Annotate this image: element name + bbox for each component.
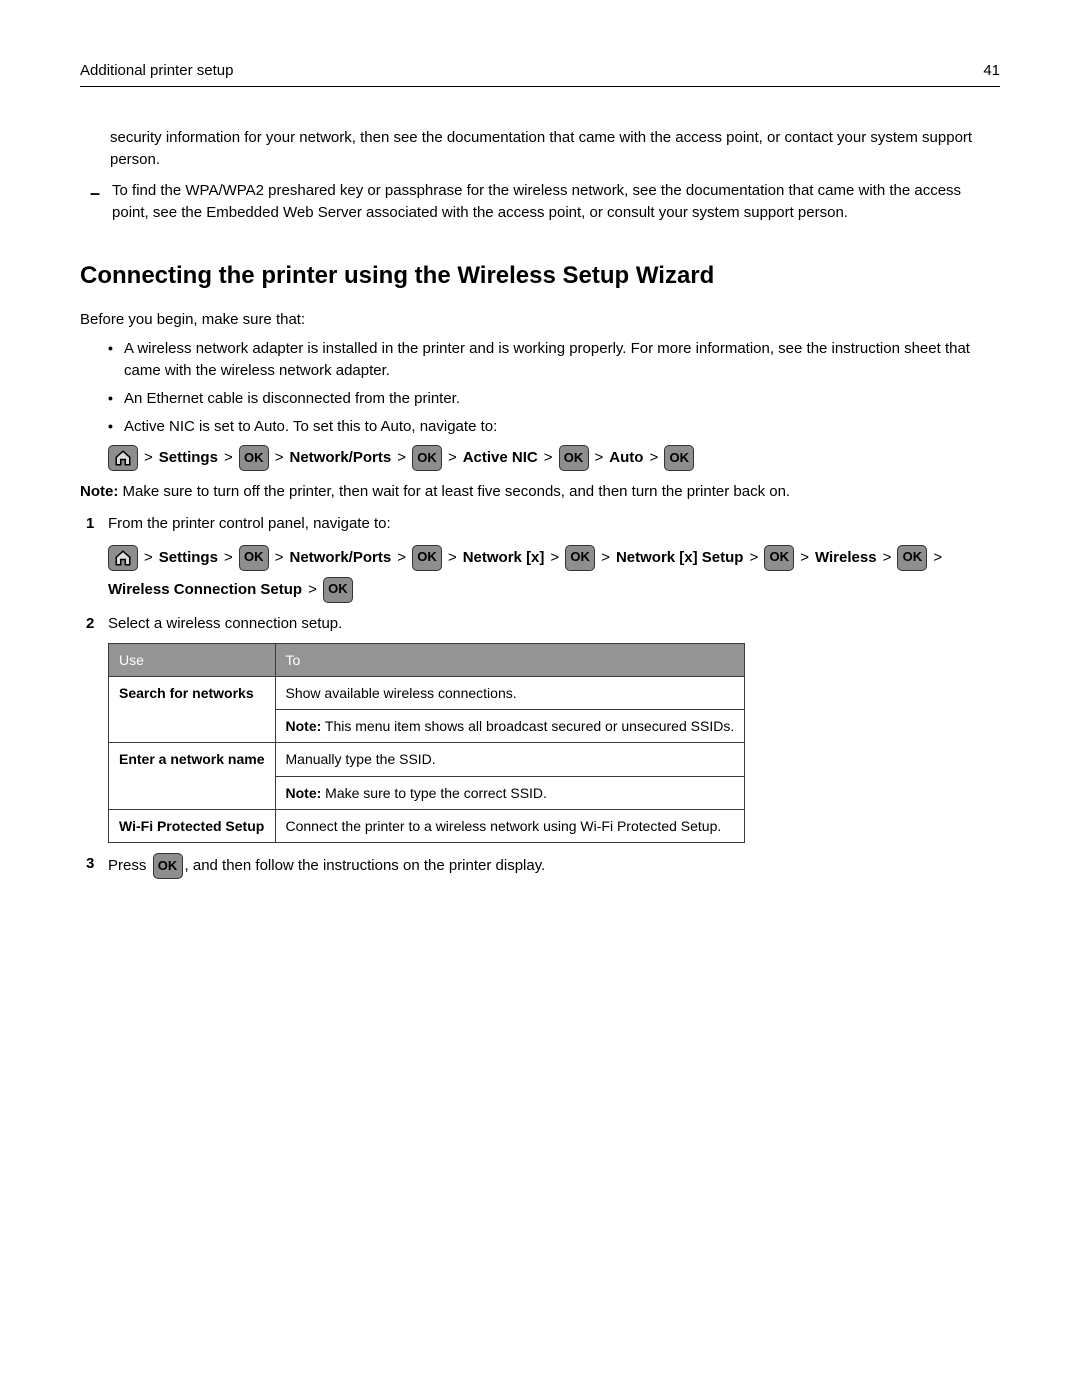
- table-cell-to: Manually type the SSID.: [275, 743, 745, 776]
- separator: >: [397, 447, 406, 469]
- separator: >: [800, 547, 809, 569]
- separator: >: [224, 447, 233, 469]
- table-cell-use: Wi‑Fi Protected Setup: [109, 810, 276, 843]
- separator: >: [275, 547, 284, 569]
- table-cell-to: Connect the printer to a wireless networ…: [275, 810, 745, 843]
- navigation-path-2: > Settings > OK > Network/Ports > OK > N…: [108, 545, 1000, 603]
- nav-step: Settings: [159, 447, 218, 469]
- home-icon: [108, 545, 138, 571]
- section-heading: Connecting the printer using the Wireles…: [80, 259, 1000, 294]
- bullet-item: An Ethernet cable is disconnected from t…: [108, 388, 1000, 410]
- table-cell-to: Note: This menu item shows all broadcast…: [275, 710, 745, 743]
- bullet-item: Active NIC is set to Auto. To set this t…: [108, 416, 1000, 438]
- intro-text: Before you begin, make sure that:: [80, 309, 1000, 331]
- nav-step: Auto: [609, 447, 643, 469]
- separator: >: [144, 447, 153, 469]
- step3-text-b: , and then follow the instructions on th…: [185, 857, 546, 874]
- table-header-row: Use To: [109, 643, 745, 676]
- note-body: Make sure to type the correct SSID.: [321, 785, 547, 801]
- separator: >: [448, 547, 457, 569]
- separator: >: [544, 447, 553, 469]
- page-header: Additional printer setup 41: [80, 60, 1000, 87]
- separator: >: [883, 547, 892, 569]
- table-header-use: Use: [109, 643, 276, 676]
- ok-button-icon: OK: [565, 545, 595, 571]
- nav-step: Wireless Connection Setup: [108, 579, 302, 601]
- prerequisite-list: A wireless network adapter is installed …: [80, 338, 1000, 437]
- separator: >: [601, 547, 610, 569]
- home-icon: [108, 445, 138, 471]
- nav-step: Wireless: [815, 547, 877, 569]
- ok-button-icon: OK: [239, 445, 269, 471]
- ok-button-icon: OK: [323, 577, 353, 603]
- continuation-paragraph: security information for your network, t…: [110, 127, 1000, 171]
- bullet-item: A wireless network adapter is installed …: [108, 338, 1000, 382]
- table-header-to: To: [275, 643, 745, 676]
- note-line: Note: Make sure to turn off the printer,…: [80, 481, 1000, 503]
- nav-step: Active NIC: [463, 447, 538, 469]
- dash-list-item: To find the WPA/WPA2 preshared key or pa…: [90, 180, 1000, 224]
- step-item: From the printer control panel, navigate…: [80, 513, 1000, 603]
- separator: >: [144, 547, 153, 569]
- step-item: Select a wireless connection setup. Use …: [80, 613, 1000, 844]
- setup-table: Use To Search for networks Show availabl…: [108, 643, 745, 844]
- table-row: Enter a network name Manually type the S…: [109, 743, 745, 776]
- separator: >: [397, 547, 406, 569]
- ok-button-icon: OK: [412, 545, 442, 571]
- table-row: Wi‑Fi Protected Setup Connect the printe…: [109, 810, 745, 843]
- nav-step: Settings: [159, 547, 218, 569]
- dash-item-text: To find the WPA/WPA2 preshared key or pa…: [112, 180, 1000, 224]
- nav-step: Network/Ports: [289, 447, 391, 469]
- nav-step: Network [x] Setup: [616, 547, 744, 569]
- step1-text: From the printer control panel, navigate…: [108, 515, 391, 532]
- separator: >: [933, 547, 942, 569]
- ok-button-icon: OK: [664, 445, 694, 471]
- table-cell-to: Show available wireless connections.: [275, 676, 745, 709]
- page-number: 41: [983, 60, 1000, 82]
- nav-step: Network [x]: [463, 547, 545, 569]
- steps-list: From the printer control panel, navigate…: [80, 513, 1000, 879]
- navigation-path-1: > Settings > OK > Network/Ports > OK > A…: [108, 445, 1000, 471]
- separator: >: [275, 447, 284, 469]
- note-prefix: Note:: [80, 483, 118, 500]
- ok-button-icon: OK: [897, 545, 927, 571]
- step3-text-a: Press: [108, 857, 151, 874]
- ok-button-icon: OK: [412, 445, 442, 471]
- separator: >: [595, 447, 604, 469]
- step-item: Press OK, and then follow the instructio…: [80, 853, 1000, 879]
- separator: >: [749, 547, 758, 569]
- separator: >: [308, 579, 317, 601]
- ok-button-icon: OK: [764, 545, 794, 571]
- note-prefix: Note:: [286, 785, 322, 801]
- ok-button-icon: OK: [239, 545, 269, 571]
- table-cell-to: Note: Make sure to type the correct SSID…: [275, 776, 745, 809]
- separator: >: [550, 547, 559, 569]
- ok-button-icon: OK: [559, 445, 589, 471]
- step2-text: Select a wireless connection setup.: [108, 615, 342, 632]
- table-cell-use: Enter a network name: [109, 743, 276, 810]
- note-text: Make sure to turn off the printer, then …: [118, 483, 790, 500]
- note-body: This menu item shows all broadcast secur…: [321, 718, 734, 734]
- table-row: Search for networks Show available wirel…: [109, 676, 745, 709]
- ok-button-icon: OK: [153, 853, 183, 879]
- separator: >: [649, 447, 658, 469]
- table-cell-use: Search for networks: [109, 676, 276, 743]
- nav-step: Network/Ports: [289, 547, 391, 569]
- header-title: Additional printer setup: [80, 60, 233, 82]
- separator: >: [448, 447, 457, 469]
- step3-line: Press OK, and then follow the instructio…: [108, 853, 1000, 879]
- separator: >: [224, 547, 233, 569]
- note-prefix: Note:: [286, 718, 322, 734]
